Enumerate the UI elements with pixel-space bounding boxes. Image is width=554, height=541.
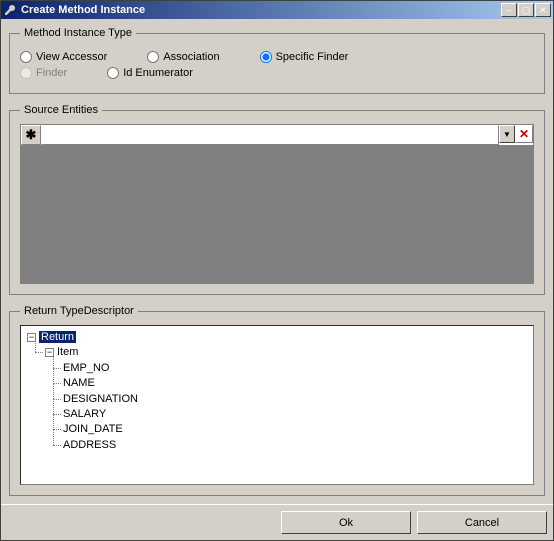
cancel-button[interactable]: Cancel: [417, 511, 547, 534]
window-controls: – ▢ ✕: [500, 3, 551, 17]
tree-leaf-label[interactable]: EMP_NO: [63, 362, 109, 374]
radio-id-enumerator-input[interactable]: [107, 67, 119, 79]
maximize-button[interactable]: ▢: [518, 3, 534, 17]
source-entities-group: Source Entities ✱ ▼ ✕: [9, 104, 545, 295]
dialog-window: Create Method Instance – ▢ ✕ Method Inst…: [0, 0, 554, 541]
tree-node-designation[interactable]: DESIGNATION: [63, 392, 529, 407]
tree-node-emp-no[interactable]: EMP_NO: [63, 361, 529, 376]
source-entities-grid: ✱ ▼ ✕: [20, 124, 534, 284]
client-area: Method Instance Type View Accessor Assoc…: [1, 19, 553, 504]
source-entities-legend: Source Entities: [20, 104, 102, 116]
tree-node-join-date[interactable]: JOIN_DATE: [63, 422, 529, 437]
tree-leaf-label[interactable]: JOIN_DATE: [63, 423, 123, 435]
wrench-icon: [3, 3, 17, 17]
return-type-group: Return TypeDescriptor −Return −Item EMP_…: [9, 305, 545, 496]
tree-label-return[interactable]: Return: [39, 331, 76, 343]
dialog-button-bar: Ok Cancel: [1, 504, 553, 540]
tree-node-name[interactable]: NAME: [63, 376, 529, 391]
radio-specific-finder-label: Specific Finder: [276, 51, 349, 63]
ok-button[interactable]: Ok: [281, 511, 411, 534]
radio-view-accessor-label: View Accessor: [36, 51, 107, 63]
tree-leaf-label[interactable]: NAME: [63, 377, 95, 389]
radio-specific-finder-input[interactable]: [260, 51, 272, 63]
return-type-legend: Return TypeDescriptor: [20, 305, 138, 317]
delete-row-button[interactable]: ✕: [515, 125, 533, 143]
grid-new-row: ✱ ▼ ✕: [21, 125, 533, 145]
radio-finder-label: Finder: [36, 67, 67, 79]
radio-association-input[interactable]: [147, 51, 159, 63]
tree-node-salary[interactable]: SALARY: [63, 407, 529, 422]
tree-node-item[interactable]: −Item EMP_NO NAME DESIGNATION SALARY JOI…: [45, 345, 529, 453]
radio-association-label: Association: [163, 51, 219, 63]
tree-leaf-label[interactable]: DESIGNATION: [63, 393, 138, 405]
grid-empty-area: [21, 145, 533, 283]
tree-node-return[interactable]: −Return −Item EMP_NO NAME DESIGNATION SA…: [27, 330, 529, 453]
method-instance-type-group: Method Instance Type View Accessor Assoc…: [9, 27, 545, 94]
minimize-button[interactable]: –: [501, 3, 517, 17]
radio-association[interactable]: Association: [147, 51, 219, 63]
new-row-marker: ✱: [21, 125, 41, 145]
titlebar: Create Method Instance – ▢ ✕: [1, 1, 553, 19]
tree-node-address[interactable]: ADDRESS: [63, 438, 529, 453]
radio-id-enumerator-label: Id Enumerator: [123, 67, 193, 79]
radio-specific-finder[interactable]: Specific Finder: [260, 51, 349, 63]
radio-id-enumerator[interactable]: Id Enumerator: [107, 67, 193, 79]
radio-view-accessor[interactable]: View Accessor: [20, 51, 107, 63]
method-type-legend: Method Instance Type: [20, 27, 136, 39]
return-type-tree[interactable]: −Return −Item EMP_NO NAME DESIGNATION SA…: [20, 325, 534, 485]
radio-finder: Finder: [20, 67, 67, 79]
window-title: Create Method Instance: [21, 4, 500, 16]
close-button[interactable]: ✕: [535, 3, 551, 17]
tree-leaf-label[interactable]: SALARY: [63, 408, 106, 420]
entity-combobox[interactable]: [41, 125, 499, 145]
entity-dropdown-button[interactable]: ▼: [499, 125, 515, 143]
tree-label-item[interactable]: Item: [57, 346, 78, 358]
tree-leaf-label[interactable]: ADDRESS: [63, 439, 116, 451]
radio-finder-input: [20, 67, 32, 79]
radio-view-accessor-input[interactable]: [20, 51, 32, 63]
